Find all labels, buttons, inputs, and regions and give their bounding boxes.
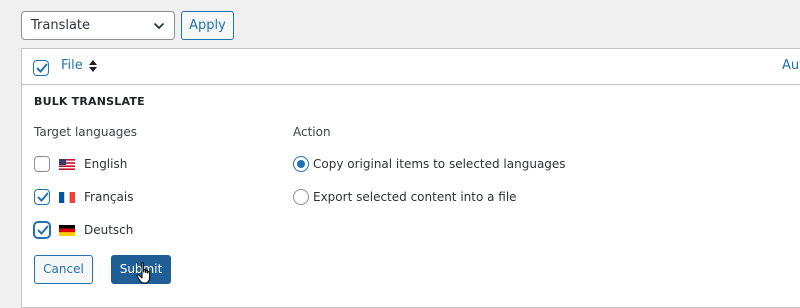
action-option-export[interactable]: Export selected content into a file	[293, 188, 517, 206]
target-languages-label: Target languages	[34, 125, 138, 139]
fr-flag-icon	[59, 191, 75, 203]
de-flag-icon	[59, 224, 75, 236]
action-radio-copy[interactable]	[293, 156, 309, 172]
select-all-checkbox[interactable]	[33, 60, 49, 76]
column-header-author[interactable]: Aut	[782, 58, 800, 73]
bulk-action-select[interactable]: Translate	[21, 11, 175, 40]
language-option-english[interactable]: English	[34, 155, 127, 173]
column-header-file[interactable]: File	[61, 58, 97, 73]
bulk-action-selected-value: Translate	[31, 18, 91, 33]
language-name-german: Deutsch	[84, 223, 134, 237]
language-option-german[interactable]: Deutsch	[34, 221, 133, 239]
language-checkbox-german[interactable]	[34, 222, 50, 238]
language-option-french[interactable]: Français	[34, 188, 133, 206]
action-option-copy[interactable]: Copy original items to selected language…	[293, 155, 566, 173]
checkmark-icon	[37, 192, 49, 202]
language-checkbox-english[interactable]	[34, 156, 50, 172]
sort-icon	[88, 59, 97, 72]
action-label-export: Export selected content into a file	[313, 190, 517, 204]
us-flag-icon	[59, 158, 75, 170]
language-checkbox-french[interactable]	[34, 189, 50, 205]
apply-button[interactable]: Apply	[181, 11, 234, 40]
action-radio-export[interactable]	[293, 189, 309, 205]
chevron-down-icon	[153, 22, 165, 30]
checkmark-icon	[36, 63, 48, 73]
bulk-translate-title: BULK TRANSLATE	[34, 95, 145, 108]
cancel-button[interactable]: Cancel	[34, 255, 93, 284]
column-file-label: File	[61, 58, 83, 73]
table-header: File Aut	[22, 49, 800, 85]
language-name-french: Français	[84, 190, 134, 204]
action-label-copy: Copy original items to selected language…	[313, 157, 566, 171]
bulk-actions-bar: Translate Apply	[21, 11, 234, 40]
language-name-english: English	[84, 157, 128, 171]
hand-cursor-icon	[136, 262, 151, 284]
action-label: Action	[293, 125, 331, 139]
checkmark-icon	[37, 225, 49, 235]
